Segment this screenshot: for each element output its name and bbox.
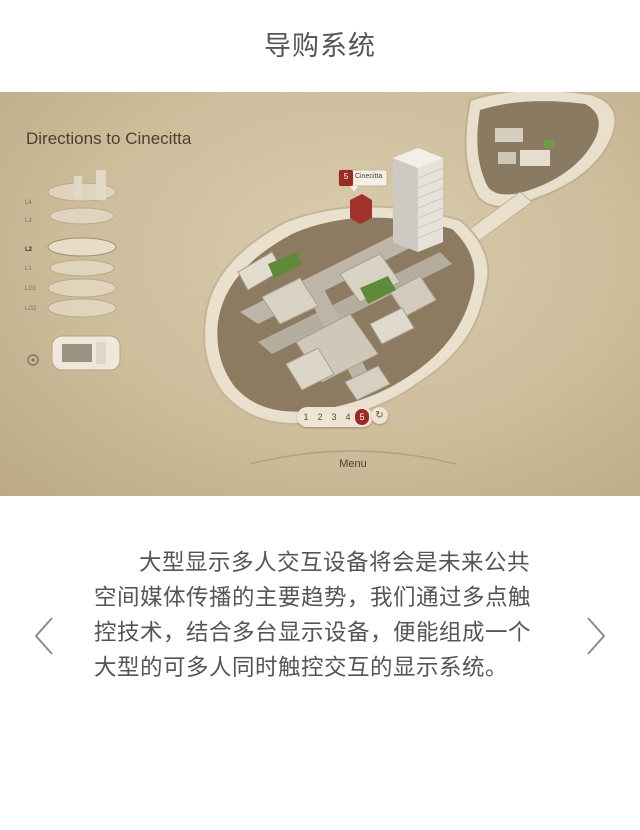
route-step-bar: 1 2 3 4 5 — [297, 407, 373, 427]
step-5-button[interactable]: 5 — [355, 409, 369, 425]
floor-label-l4[interactable]: L4 — [25, 200, 32, 206]
description-text: 大型显示多人交互设备将会是未来公共空间媒体传播的主要趋势，我们通过多点触控技术，… — [94, 550, 532, 681]
destination-number: 5 — [343, 172, 349, 181]
mall-map[interactable] — [0, 92, 640, 496]
step-2-button[interactable]: 2 — [313, 409, 327, 425]
menu-button[interactable]: Menu — [300, 458, 406, 470]
step-1-button[interactable]: 1 — [299, 409, 313, 425]
step-4-button[interactable]: 4 — [341, 409, 355, 425]
chevron-left-icon[interactable] — [32, 614, 56, 658]
floor-label-lg2[interactable]: LG2 — [25, 306, 36, 312]
map-title: Directions to Cinecitta — [26, 129, 192, 148]
floor-label-lg1[interactable]: LG1 — [25, 286, 36, 292]
page-title: 导购系统 — [264, 31, 376, 62]
refresh-icon[interactable]: ↻ — [371, 407, 388, 424]
floor-label-l3[interactable]: L3 — [25, 218, 32, 224]
floor-label-l1[interactable]: L1 — [25, 266, 32, 272]
chevron-right-icon[interactable] — [584, 614, 608, 658]
floor-label-l2[interactable]: L2 — [25, 247, 32, 253]
destination-name: Cinecitta — [355, 173, 383, 180]
step-3-button[interactable]: 3 — [327, 409, 341, 425]
wayfinding-screen: Directions to Cinecitta L4 L3 L2 L1 LG1 … — [0, 92, 640, 496]
